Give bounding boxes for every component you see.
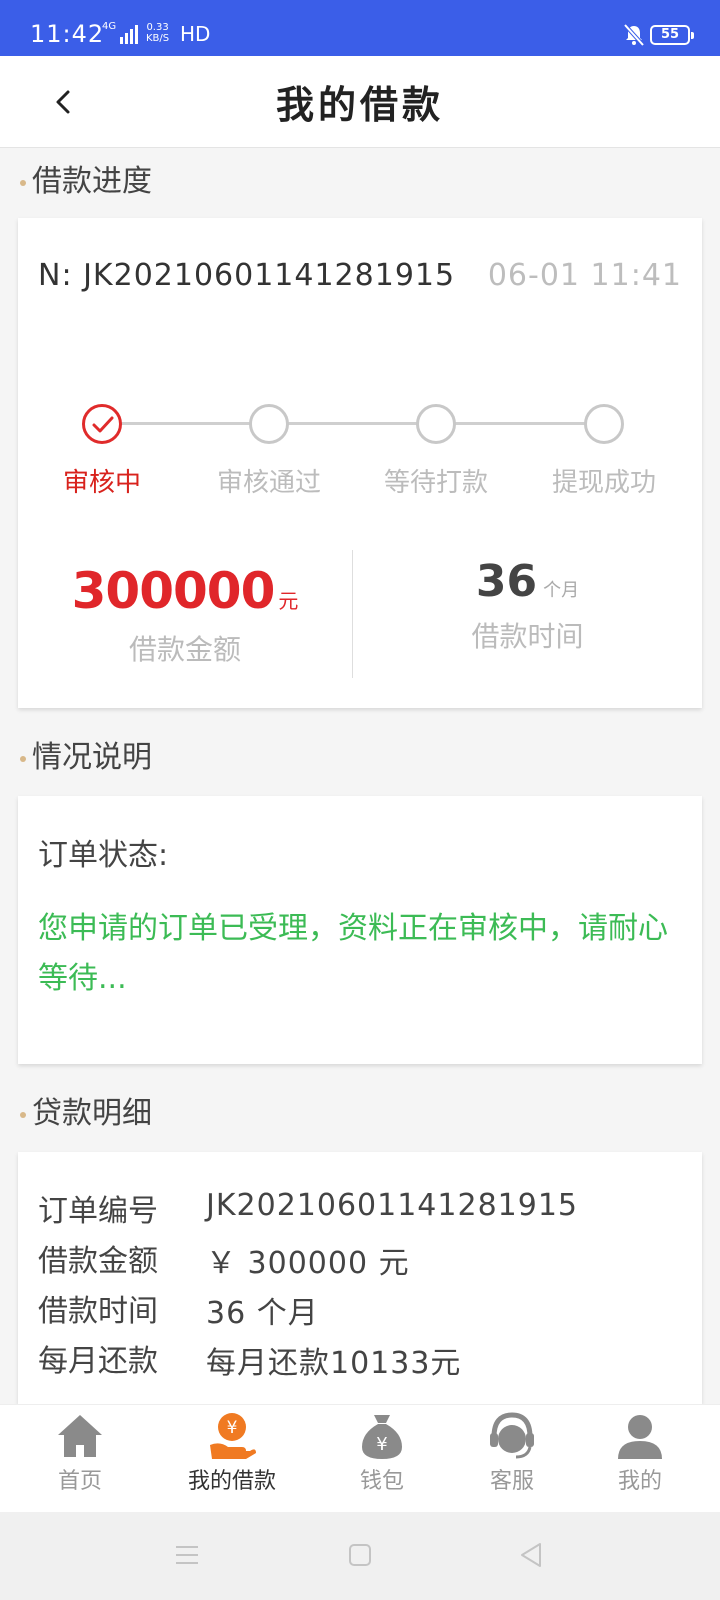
loan-term-value: 36 bbox=[475, 556, 538, 607]
order-time: 06-01 11:41 bbox=[487, 258, 682, 293]
detail-value: 36 个月 bbox=[206, 1296, 319, 1331]
money-bag-icon: ¥ bbox=[362, 1415, 402, 1459]
order-number: N: JK20210601141281915 bbox=[38, 258, 456, 293]
step-3-indicator bbox=[416, 404, 456, 444]
progress-card: N: JK20210601141281915 06-01 11:41 审核中 审… bbox=[18, 218, 702, 708]
svg-text:¥: ¥ bbox=[376, 1434, 387, 1455]
detail-value: 每月还款10133元 bbox=[206, 1346, 462, 1381]
loan-amount-block: 300000 元 借款金额 bbox=[18, 548, 352, 678]
progress-track bbox=[102, 422, 607, 425]
tab-my-loan[interactable]: ¥ 我的借款 bbox=[172, 1411, 292, 1511]
detail-key: 每月还款 bbox=[38, 1344, 158, 1379]
order-status-text: 您申请的订单已受理，资料正在审核中，请耐心等待... bbox=[38, 911, 668, 996]
signal-icon bbox=[120, 25, 138, 44]
step-2-indicator bbox=[249, 404, 289, 444]
network-speed: 0.33 KB/S bbox=[146, 22, 169, 44]
loan-amount-label: 借款金额 bbox=[128, 633, 241, 666]
tab-mine-label: 我的 bbox=[617, 1469, 662, 1494]
section-dot bbox=[20, 179, 26, 186]
detail-key: 订单编号 bbox=[38, 1194, 158, 1229]
tab-my-loan-label: 我的借款 bbox=[187, 1469, 276, 1494]
loan-amount-value: 300000 bbox=[71, 562, 276, 620]
check-icon bbox=[92, 416, 114, 433]
tab-home-label: 首页 bbox=[57, 1469, 102, 1494]
customer-service-icon bbox=[490, 1412, 534, 1459]
section-title-progress-text: 借款进度 bbox=[32, 164, 152, 199]
bell-muted-icon bbox=[624, 24, 644, 46]
loan-term-block: 36 个月 借款时间 bbox=[353, 548, 702, 678]
loan-detail-card: 订单编号 JK20210601141281915 借款金额 ￥ 300000 元… bbox=[18, 1152, 702, 1404]
network-speed-value: 0.33 bbox=[146, 22, 169, 33]
status-card: 订单状态: 您申请的订单已受理，资料正在审核中，请耐心等待... bbox=[18, 796, 702, 1064]
step-4-label: 提现成功 bbox=[551, 468, 656, 498]
tab-customer-service[interactable]: 客服 bbox=[452, 1411, 572, 1511]
detail-key: 借款时间 bbox=[38, 1294, 158, 1329]
user-icon bbox=[618, 1415, 662, 1459]
step-3-label: 等待打款 bbox=[383, 468, 488, 498]
section-title-details-text: 贷款明细 bbox=[32, 1096, 152, 1131]
section-title-details: 贷款明细 bbox=[20, 1088, 152, 1132]
tab-customer-service-label: 客服 bbox=[489, 1469, 534, 1494]
section-title-status-text: 情况说明 bbox=[32, 740, 152, 775]
page-title: 我的借款 bbox=[275, 83, 444, 127]
section-title-status: 情况说明 bbox=[20, 732, 152, 776]
step-2-label: 审核通过 bbox=[216, 468, 321, 498]
status-time: 11:42 bbox=[30, 20, 105, 48]
status-bar: 11:42 4G 0.33 KB/S HD 55 bbox=[0, 0, 720, 56]
detail-value: JK20210601141281915 bbox=[206, 1188, 578, 1223]
loan-term-label: 借款时间 bbox=[471, 620, 584, 653]
tab-mine[interactable]: 我的 bbox=[580, 1411, 700, 1511]
detail-key: 借款金额 bbox=[38, 1244, 158, 1279]
loan-hand-icon: ¥ bbox=[210, 1413, 256, 1459]
network-speed-unit: KB/S bbox=[146, 33, 170, 44]
home-icon bbox=[58, 1415, 102, 1457]
step-4-indicator bbox=[584, 404, 624, 444]
loan-term-unit: 个月 bbox=[543, 580, 580, 601]
tab-wallet-label: 钱包 bbox=[359, 1469, 404, 1494]
section-dot bbox=[20, 755, 26, 762]
section-title-progress: 借款进度 bbox=[20, 156, 152, 200]
network-type: 4G bbox=[102, 21, 117, 32]
tab-wallet[interactable]: ¥ 钱包 bbox=[322, 1411, 442, 1511]
detail-value: ￥ 300000 元 bbox=[206, 1246, 410, 1281]
menu-icon[interactable] bbox=[172, 1540, 202, 1570]
step-1-label: 审核中 bbox=[62, 468, 141, 498]
bottom-tab-bar: 首页 ¥ 我的借款 ¥ 钱包 客服 我的 bbox=[0, 1404, 720, 1512]
order-status-label: 订单状态: bbox=[38, 838, 169, 873]
back-triangle-icon[interactable] bbox=[516, 1540, 546, 1570]
svg-text:¥: ¥ bbox=[227, 1418, 238, 1438]
home-square-icon[interactable] bbox=[345, 1540, 375, 1570]
tab-home[interactable]: 首页 bbox=[20, 1411, 140, 1511]
step-1-indicator bbox=[82, 404, 122, 444]
loan-amount-unit: 元 bbox=[278, 589, 299, 613]
section-dot bbox=[20, 1111, 26, 1118]
app-header: 我的借款 bbox=[0, 56, 720, 148]
system-nav-bar bbox=[0, 1512, 720, 1600]
battery-icon: 55 bbox=[650, 25, 694, 45]
hd-indicator: HD bbox=[180, 22, 211, 46]
